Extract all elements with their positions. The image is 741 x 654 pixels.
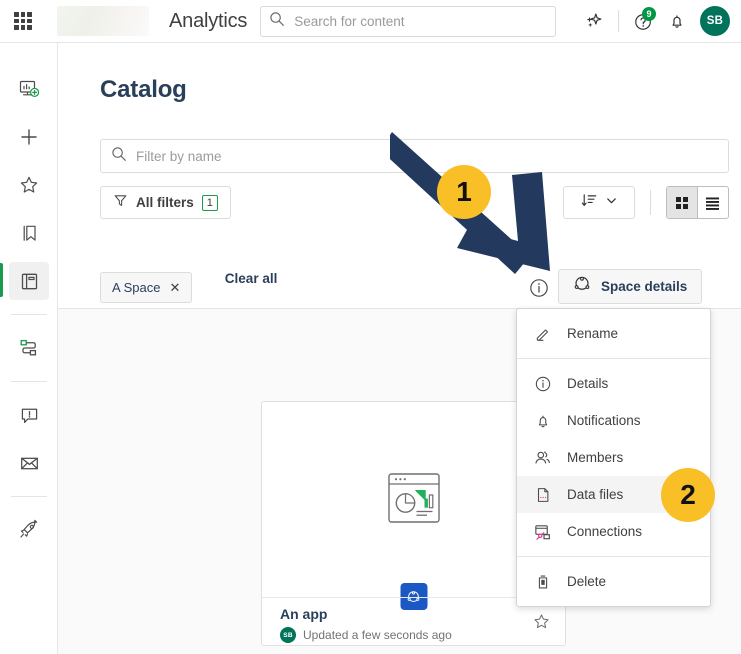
chevron-down-icon: [605, 194, 618, 212]
view-toggle: [666, 186, 729, 219]
annotation-step-1: 1: [437, 165, 491, 219]
search-input[interactable]: Search for content: [260, 6, 556, 37]
menu-item-label: Connections: [567, 524, 642, 539]
all-filters-count: 1: [202, 195, 218, 211]
menu-item-notifications[interactable]: Notifications: [517, 402, 710, 439]
sort-icon: [581, 192, 598, 214]
menu-item-label: Members: [567, 450, 623, 465]
all-filters-button[interactable]: All filters 1: [100, 186, 231, 219]
bell-icon: [533, 411, 552, 430]
annotation-step-2: 2: [661, 468, 715, 522]
favorite-star-icon[interactable]: [532, 612, 551, 636]
menu-item-label: Delete: [567, 574, 606, 589]
sort-button[interactable]: [563, 186, 635, 219]
sidebar-item-data-connections[interactable]: [0, 324, 58, 372]
menu-item-details[interactable]: Details: [517, 365, 710, 402]
people-icon: [533, 448, 552, 467]
app-launcher-icon[interactable]: [14, 12, 32, 30]
tile-view-button[interactable]: [667, 187, 697, 218]
all-filters-label: All filters: [136, 195, 194, 210]
left-rail: [0, 43, 58, 654]
menu-divider: [517, 556, 710, 557]
filter-chip-a-space[interactable]: A Space ✕: [100, 272, 192, 303]
close-icon[interactable]: ✕: [169, 280, 180, 296]
help-badge: 9: [642, 7, 656, 21]
view-divider: [650, 190, 651, 215]
rail-divider: [11, 314, 47, 315]
data-connections-icon: [9, 329, 49, 367]
owner-avatar: SB: [280, 627, 296, 643]
filter-placeholder: Filter by name: [136, 149, 222, 164]
app-root: Analytics Search for content 9: [0, 0, 741, 654]
menu-item-delete[interactable]: Delete: [517, 563, 710, 600]
app-preview-icon: [383, 470, 445, 530]
top-bar: Analytics Search for content 9: [0, 0, 741, 43]
file-icon: [533, 485, 552, 504]
trash-icon: [533, 572, 552, 591]
envelope-icon: [9, 444, 49, 482]
rocket-icon: [9, 511, 49, 549]
avatar[interactable]: SB: [700, 6, 730, 36]
brand-logo: [57, 6, 149, 36]
menu-item-label: Notifications: [567, 413, 641, 428]
page-title: Catalog: [100, 76, 187, 104]
sidebar-item-bookmarks[interactable]: [0, 209, 58, 257]
help-icon[interactable]: 9: [626, 4, 660, 38]
menu-item-label: Rename: [567, 326, 618, 341]
funnel-icon: [113, 193, 128, 213]
toolbar-divider: [618, 10, 619, 32]
filter-chip-label: A Space: [112, 280, 160, 295]
sidebar-item-favorites[interactable]: [0, 161, 58, 209]
app-name: An app: [280, 606, 551, 622]
catalog-icon: [9, 262, 49, 300]
info-circle-icon: [533, 374, 552, 393]
search-icon: [111, 146, 127, 167]
sidebar-item-subscriptions[interactable]: [0, 439, 58, 487]
bell-icon[interactable]: [660, 4, 694, 38]
app-meta: SB Updated a few seconds ago: [280, 627, 551, 643]
sidebar-item-catalog[interactable]: [0, 257, 58, 305]
clear-all-button[interactable]: Clear all: [225, 271, 278, 286]
menu-item-rename[interactable]: Rename: [517, 315, 710, 352]
alert-bubble-icon: [9, 396, 49, 434]
menu-item-label: Data files: [567, 487, 623, 502]
create-analytics-icon: [9, 70, 49, 108]
app-updated-time: Updated a few seconds ago: [303, 628, 452, 642]
list-view-button[interactable]: [698, 187, 728, 218]
insight-advisor-icon[interactable]: [577, 4, 611, 38]
search-placeholder: Search for content: [294, 14, 404, 29]
filter-by-name-input[interactable]: Filter by name: [100, 139, 729, 173]
search-icon: [269, 11, 285, 32]
rail-divider: [11, 496, 47, 497]
top-bar-actions: 9 SB: [577, 4, 741, 38]
app-title: Analytics: [169, 10, 247, 33]
plus-icon: [9, 118, 49, 156]
info-circle-icon[interactable]: [528, 277, 550, 299]
space-details-label: Space details: [601, 279, 687, 294]
menu-divider: [517, 358, 710, 359]
space-details-button[interactable]: Space details: [558, 269, 702, 304]
space-details-menu: Rename Details Notifications: [516, 308, 711, 607]
rail-divider: [11, 381, 47, 382]
bookmark-icon: [9, 214, 49, 252]
space-icon: [573, 275, 591, 298]
pencil-icon: [533, 324, 552, 343]
sidebar-item-alerts[interactable]: [0, 391, 58, 439]
sidebar-item-add[interactable]: [0, 113, 58, 161]
connections-icon: [533, 522, 552, 541]
star-icon: [9, 166, 49, 204]
menu-item-label: Details: [567, 376, 608, 391]
sidebar-item-create-analytics[interactable]: [0, 65, 58, 113]
sidebar-item-whats-new[interactable]: [0, 506, 58, 554]
